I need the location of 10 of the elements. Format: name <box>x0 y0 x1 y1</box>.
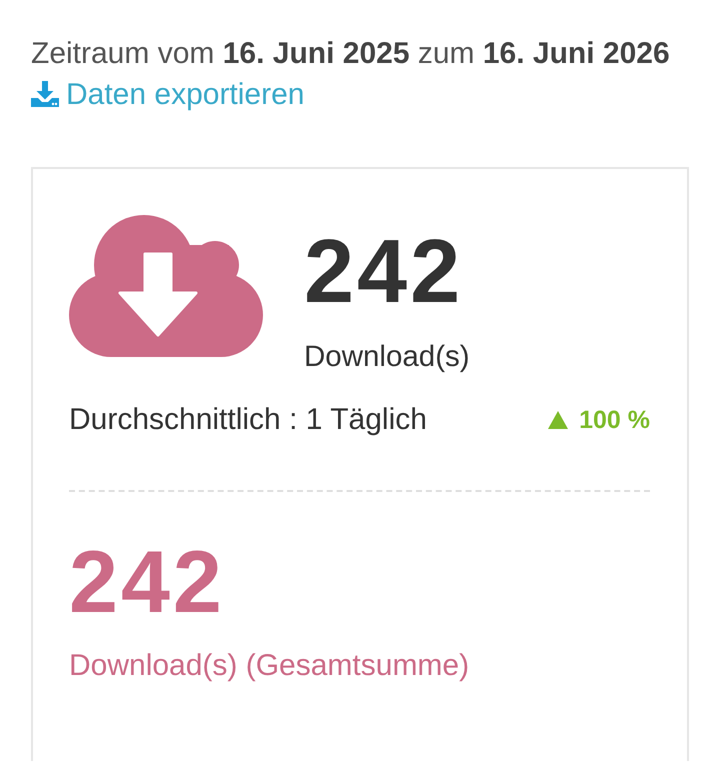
total-download-label: Download(s) (Gesamtsumme) <box>69 648 470 684</box>
download-count-label: Download(s) <box>304 339 470 374</box>
cloud-download-icon <box>69 215 263 357</box>
daily-average-text: Durchschnittlich : 1 Täglich <box>69 402 427 438</box>
export-data-link[interactable]: Daten exportieren <box>31 74 304 114</box>
download-tray-icon <box>31 81 59 107</box>
total-download-count: 242 <box>69 538 225 626</box>
period-text: Zeitraum vom 16. Juni 2025 zum 16. Juni 2026 <box>31 36 670 72</box>
trend-percentage: 100 % <box>579 405 650 436</box>
download-count: 242 <box>304 227 464 317</box>
